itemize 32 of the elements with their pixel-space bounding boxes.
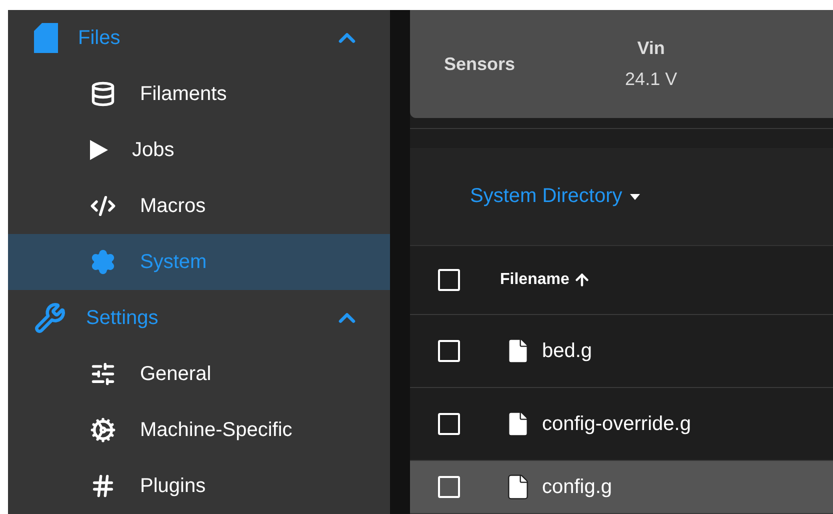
nav-item[interactable]: Jobs — [8, 122, 390, 178]
nav-item[interactable]: General — [8, 346, 390, 402]
wrench-icon — [34, 302, 66, 334]
sensor-value: 24.1 V — [625, 69, 678, 90]
nav-group[interactable]: Files — [8, 10, 390, 66]
hash-icon — [90, 473, 116, 499]
sort-up-icon — [573, 271, 592, 289]
column-header[interactable]: Filename — [500, 271, 592, 289]
settings-icon — [90, 249, 116, 275]
nav-item[interactable]: Machine-Specific — [8, 402, 390, 458]
nav-item[interactable]: Macros — [8, 178, 390, 234]
sensors-title: Sensors — [444, 54, 516, 74]
directory-dropdown[interactable]: System Directory — [470, 185, 640, 208]
checkbox[interactable] — [438, 476, 460, 498]
nav-item[interactable]: Plugins — [8, 458, 390, 514]
database-icon — [90, 81, 116, 107]
checkbox[interactable] — [438, 413, 460, 435]
nav-item[interactable]: Filaments — [8, 66, 390, 122]
gears-icon — [90, 417, 116, 443]
caret-icon — [630, 194, 640, 200]
table-row[interactable]: config.g — [410, 461, 833, 514]
sliders-icon — [90, 361, 116, 387]
file-name: bed.g — [542, 340, 592, 362]
nav-group[interactable]: Settings — [8, 290, 390, 346]
code-icon — [90, 193, 116, 219]
sensor-label: Vin — [637, 38, 665, 59]
file-name: config.g — [542, 476, 612, 498]
play-icon — [90, 140, 108, 160]
sd-card-icon — [34, 23, 58, 53]
checkbox[interactable] — [438, 269, 460, 291]
file-name: config-override.g — [542, 412, 691, 436]
checkbox[interactable] — [438, 340, 460, 362]
